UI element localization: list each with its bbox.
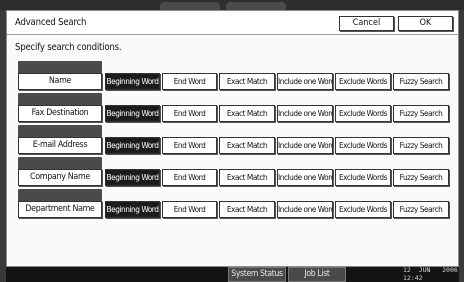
option-exact-match-button[interactable]: Exact Match bbox=[219, 105, 275, 122]
page-title: Advanced Search bbox=[15, 17, 87, 28]
option-fuzzy-search-button[interactable]: Fuzzy Search bbox=[393, 169, 449, 186]
condition-row-fax-destination: Fax Destination Beginning Word End Word Exa… bbox=[7, 93, 458, 123]
option-fuzzy-search-button[interactable]: Fuzzy Search bbox=[393, 73, 449, 90]
condition-row-name: Name Beginning Word End Word Exact Match Inc… bbox=[7, 61, 458, 91]
top-strip bbox=[0, 0, 464, 10]
option-exact-match-button[interactable]: Exact Match bbox=[219, 169, 275, 186]
option-include-one-word-button[interactable]: Include one Word bbox=[277, 137, 333, 154]
status-bar: System Status Job List 12 JUN 2006 12:42 bbox=[6, 266, 459, 282]
field-button-e-mail-address[interactable]: E-mail Address bbox=[18, 137, 102, 154]
top-tab bbox=[226, 2, 286, 10]
field-button-department-name[interactable]: Department Name bbox=[18, 201, 102, 218]
option-exact-match-button[interactable]: Exact Match bbox=[219, 73, 275, 90]
option-end-word-button[interactable]: End Word bbox=[162, 105, 217, 122]
date-text: 12 JUN 2006 bbox=[403, 266, 458, 274]
option-include-one-word-button[interactable]: Include one Word bbox=[277, 169, 333, 186]
field-button-fax-destination[interactable]: Fax Destination bbox=[18, 105, 102, 122]
option-fuzzy-search-button[interactable]: Fuzzy Search bbox=[393, 137, 449, 154]
option-beginning-word-button[interactable]: Beginning Word bbox=[105, 169, 160, 186]
advanced-search-panel: Advanced Search Cancel OK Specify search… bbox=[6, 10, 459, 267]
option-beginning-word-button[interactable]: Beginning Word bbox=[105, 137, 160, 154]
option-exact-match-button[interactable]: Exact Match bbox=[219, 137, 275, 154]
ok-button[interactable]: OK bbox=[398, 16, 453, 31]
date-time: 12 JUN 2006 12:42 bbox=[403, 266, 458, 282]
option-exclude-words-button[interactable]: Exclude Words bbox=[335, 73, 391, 90]
option-include-one-word-button[interactable]: Include one Word bbox=[277, 201, 333, 218]
option-exclude-words-button[interactable]: Exclude Words bbox=[335, 201, 391, 218]
cancel-button[interactable]: Cancel bbox=[339, 16, 394, 31]
option-end-word-button[interactable]: End Word bbox=[162, 169, 217, 186]
option-end-word-button[interactable]: End Word bbox=[162, 201, 217, 218]
option-fuzzy-search-button[interactable]: Fuzzy Search bbox=[393, 201, 449, 218]
job-list-button[interactable]: Job List bbox=[288, 267, 346, 282]
panel-header: Advanced Search Cancel OK bbox=[7, 11, 458, 35]
option-exclude-words-button[interactable]: Exclude Words bbox=[335, 169, 391, 186]
condition-row-department-name: Department Name Beginning Word End Word Exa… bbox=[7, 189, 458, 219]
option-exact-match-button[interactable]: Exact Match bbox=[219, 201, 275, 218]
condition-row-e-mail-address: E-mail Address Beginning Word End Word Exac… bbox=[7, 125, 458, 155]
time-text: 12:42 bbox=[403, 274, 423, 282]
option-include-one-word-button[interactable]: Include one Word bbox=[277, 105, 333, 122]
option-include-one-word-button[interactable]: Include one Word bbox=[277, 73, 333, 90]
option-exclude-words-button[interactable]: Exclude Words bbox=[335, 137, 391, 154]
option-end-word-button[interactable]: End Word bbox=[162, 137, 217, 154]
condition-row-company-name: Company Name Beginning Word End Word Exact … bbox=[7, 157, 458, 187]
option-end-word-button[interactable]: End Word bbox=[162, 73, 217, 90]
option-beginning-word-button[interactable]: Beginning Word bbox=[105, 73, 160, 90]
option-beginning-word-button[interactable]: Beginning Word bbox=[105, 105, 160, 122]
option-beginning-word-button[interactable]: Beginning Word bbox=[105, 201, 160, 218]
option-fuzzy-search-button[interactable]: Fuzzy Search bbox=[393, 105, 449, 122]
instruction-text: Specify search conditions. bbox=[15, 42, 122, 53]
system-status-button[interactable]: System Status bbox=[228, 267, 286, 282]
field-button-company-name[interactable]: Company Name bbox=[18, 169, 102, 186]
option-exclude-words-button[interactable]: Exclude Words bbox=[335, 105, 391, 122]
top-tab bbox=[160, 2, 220, 10]
field-button-name[interactable]: Name bbox=[18, 73, 102, 90]
